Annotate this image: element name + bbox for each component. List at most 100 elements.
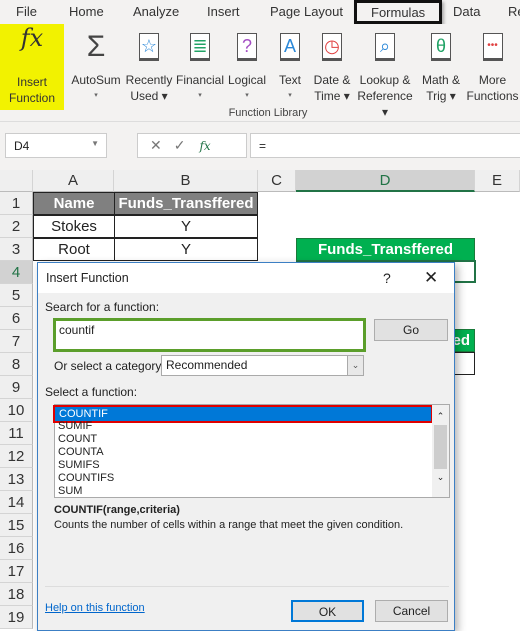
insert-function-button[interactable]: fx Insert Function — [0, 24, 64, 110]
cancel-button[interactable]: Cancel — [375, 600, 448, 622]
more-book-icon: ••• — [482, 33, 503, 61]
enter-icon[interactable]: ✓ — [174, 137, 186, 153]
text-button[interactable]: A Text ▾ — [272, 30, 308, 104]
row-header-18[interactable]: 18 — [0, 583, 33, 606]
text-book-icon: A — [280, 33, 300, 61]
cell-a2[interactable]: Stokes — [33, 215, 115, 238]
select-all-corner[interactable] — [0, 170, 33, 192]
chevron-up-icon[interactable]: ⌃ — [432, 411, 449, 422]
sum-icon: Σ — [86, 30, 106, 63]
tab-analyze[interactable]: Analyze — [133, 4, 179, 19]
database-book-icon: ≣ — [190, 33, 210, 61]
search-input[interactable]: countif — [53, 318, 366, 352]
category-label: Or select a category: — [54, 359, 165, 373]
date-time-button[interactable]: ◷ Date & Time ▾ — [310, 30, 354, 104]
math-trig-button[interactable]: θ Math & Trig ▾ — [418, 30, 464, 104]
cell-b3[interactable]: Y — [114, 238, 258, 261]
list-item[interactable]: COUNTA — [58, 446, 104, 459]
column-header-c[interactable]: C — [258, 170, 296, 192]
help-link[interactable]: Help on this function — [45, 602, 145, 614]
list-item[interactable]: SUM — [58, 485, 82, 498]
row-header-2[interactable]: 2 — [0, 215, 33, 238]
cell-a1[interactable]: Name — [33, 192, 115, 215]
row-header-8[interactable]: 8 — [0, 353, 33, 376]
list-item[interactable]: COUNTIFS — [58, 472, 114, 485]
chevron-down-icon: ▼ — [91, 139, 99, 148]
list-item[interactable]: SUMIFS — [58, 459, 100, 472]
row-header-14[interactable]: 14 — [0, 491, 33, 514]
list-item-selected[interactable]: COUNTIF — [53, 405, 433, 423]
insert-function-dialog: Insert Function ? ✕ Search for a functio… — [37, 262, 455, 631]
chevron-down-icon[interactable]: ⌄ — [347, 356, 363, 375]
cell-b2[interactable]: Y — [114, 215, 258, 238]
row-header-17[interactable]: 17 — [0, 560, 33, 583]
tab-file[interactable]: File — [16, 4, 37, 19]
ribbon: Σ AutoSum ▾ ☆ Recently Used ▾ ≣ Financial ▾ ? L… — [0, 24, 520, 122]
row-header-10[interactable]: 10 — [0, 399, 33, 422]
row-header-1[interactable]: 1 — [0, 192, 33, 215]
chevron-down-icon[interactable]: ⌄ — [432, 472, 449, 483]
row-header-5[interactable]: 5 — [0, 284, 33, 307]
row-header-3[interactable]: 3 — [0, 238, 33, 261]
list-item[interactable]: SUMIF — [58, 420, 92, 433]
row-header-11[interactable]: 11 — [0, 422, 33, 445]
tab-page-layout[interactable]: Page Layout — [270, 4, 343, 19]
column-header-b[interactable]: B — [114, 170, 258, 192]
star-book-icon: ☆ — [139, 33, 159, 61]
ok-button[interactable]: OK — [291, 600, 364, 622]
tab-review[interactable]: Re — [508, 4, 520, 19]
ribbon-tabs: File Home Analyze Insert Page Layout For… — [0, 0, 520, 24]
formula-input[interactable]: = — [250, 133, 520, 158]
name-box[interactable]: D4 ▼ — [5, 133, 107, 158]
autosum-button[interactable]: Σ AutoSum ▾ — [68, 30, 124, 104]
formula-buttons: ✕ ✓ fx — [137, 133, 247, 158]
go-button[interactable]: Go — [374, 319, 448, 341]
theta-book-icon: θ — [431, 33, 451, 61]
function-description: Counts the number of cells within a rang… — [54, 519, 404, 531]
magnifier-book-icon: ⌕ — [375, 33, 395, 61]
tab-insert[interactable]: Insert — [207, 4, 240, 19]
fx-icon[interactable]: fx — [199, 139, 210, 153]
question-book-icon: ? — [237, 33, 257, 61]
search-label: Search for a function: — [45, 300, 160, 314]
function-list: COUNTIF SUMIF COUNT COUNTA SUMIFS COUNTI… — [53, 404, 450, 498]
dialog-title: Insert Function — [46, 271, 129, 285]
close-icon[interactable]: ✕ — [424, 263, 438, 293]
tab-home[interactable]: Home — [69, 4, 104, 19]
tab-formulas[interactable]: Formulas — [354, 0, 443, 24]
recently-used-button[interactable]: ☆ Recently Used ▾ — [124, 30, 174, 104]
row-header-4[interactable]: 4 — [0, 261, 33, 284]
formula-bar: D4 ▼ ✕ ✓ fx = — [0, 122, 520, 170]
help-button[interactable]: ? — [383, 263, 391, 293]
row-header-13[interactable]: 13 — [0, 468, 33, 491]
financial-button[interactable]: ≣ Financial ▾ — [175, 30, 225, 104]
clock-book-icon: ◷ — [322, 33, 342, 61]
logical-button[interactable]: ? Logical ▾ — [226, 30, 268, 104]
row-header-6[interactable]: 6 — [0, 307, 33, 330]
function-library-label: Function Library — [228, 107, 308, 119]
more-functions-button[interactable]: ••• More Functions — [465, 30, 520, 104]
list-scrollbar[interactable]: ⌃ ⌄ — [432, 405, 449, 497]
dialog-title-bar: Insert Function ? ✕ — [38, 263, 454, 293]
tab-data[interactable]: Data — [453, 4, 480, 19]
fx-icon: fx — [20, 24, 44, 52]
row-header-19[interactable]: 19 — [0, 606, 33, 629]
column-header-e[interactable]: E — [475, 170, 520, 192]
row-header-9[interactable]: 9 — [0, 376, 33, 399]
column-header-d[interactable]: D — [296, 170, 475, 192]
cell-d3[interactable]: Funds_Transffered — [296, 238, 475, 261]
row-header-16[interactable]: 16 — [0, 537, 33, 560]
list-item[interactable]: COUNT — [58, 433, 97, 446]
select-function-label: Select a function: — [45, 385, 138, 399]
divider — [45, 586, 449, 587]
row-header-12[interactable]: 12 — [0, 445, 33, 468]
cell-b1[interactable]: Funds_Transffered — [114, 192, 258, 215]
category-select[interactable]: Recommended ⌄ — [161, 355, 364, 376]
cancel-icon[interactable]: ✕ — [150, 137, 162, 153]
row-header-15[interactable]: 15 — [0, 514, 33, 537]
column-header-a[interactable]: A — [33, 170, 114, 192]
cell-a3[interactable]: Root — [33, 238, 115, 261]
function-syntax: COUNTIF(range,criteria) — [54, 504, 180, 516]
scrollbar-thumb[interactable] — [434, 425, 447, 469]
row-header-7[interactable]: 7 — [0, 330, 33, 353]
